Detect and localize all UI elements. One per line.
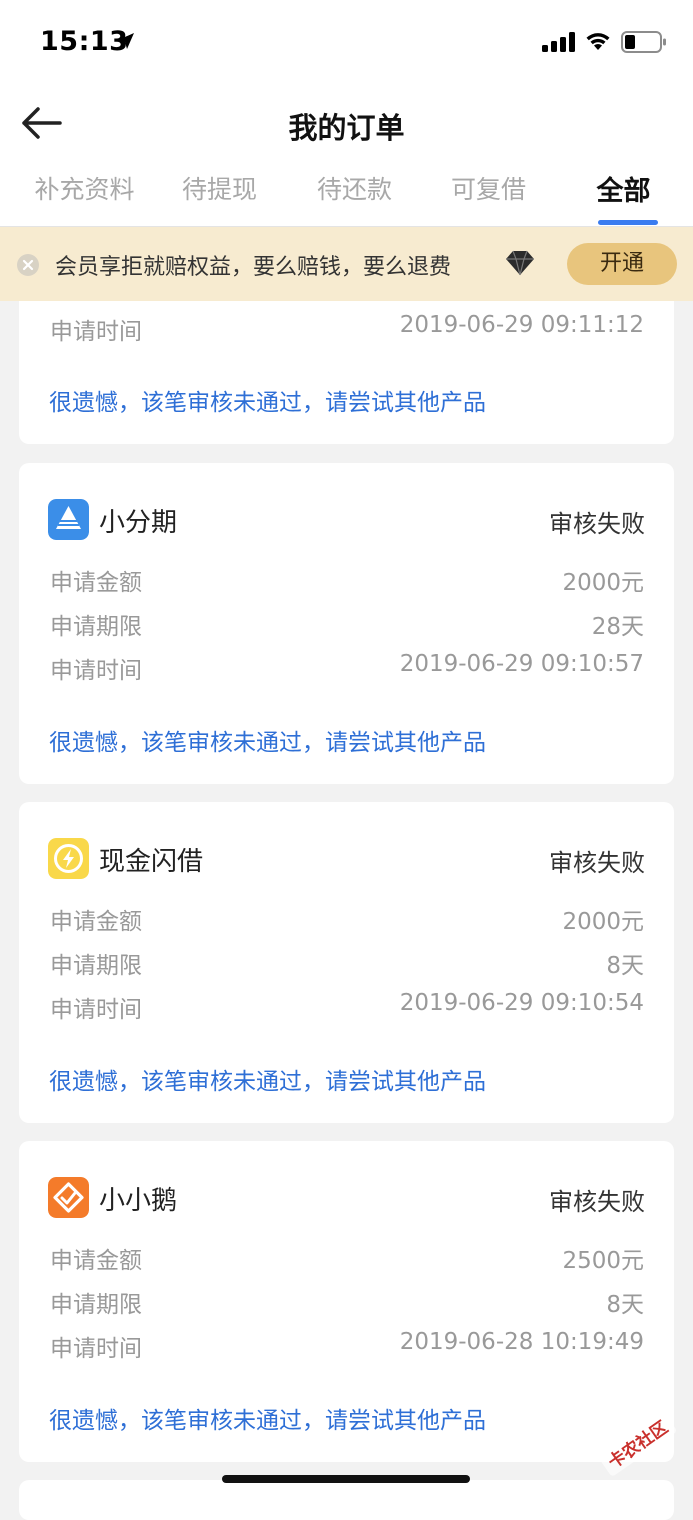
amount-label: 申请金额 <box>50 909 142 935</box>
activate-membership-button[interactable]: 开通 <box>567 243 677 285</box>
term-label: 申请期限 <box>50 953 142 979</box>
status-bar: 15:13 <box>0 0 693 88</box>
active-tab-indicator <box>598 220 658 225</box>
time-row: 申请时间 2019-06-29 09:10:54 <box>50 990 644 1023</box>
amount-value: 2500元 <box>562 1248 644 1274</box>
order-tabs: 补充资料 待提现 待还款 可复借 全部 <box>0 158 693 227</box>
rejection-notice[interactable]: 很遗憾，该笔审核未通过，请尝试其他产品 <box>49 383 486 417</box>
time-value: 2019-06-28 10:19:49 <box>399 1329 644 1355</box>
tab-supplement[interactable]: 补充资料 <box>17 170 152 206</box>
product-name: 现金闪借 <box>99 847 204 877</box>
time-row: 申请时间 2019-06-29 09:10:57 <box>50 651 644 684</box>
time-value: 2019-06-29 09:10:57 <box>399 651 644 677</box>
amount-label: 申请金额 <box>50 570 142 596</box>
card-header: 小小鹅 审核失败 <box>48 1177 645 1218</box>
time-label: 申请时间 <box>50 997 142 1023</box>
amount-row: 申请金额 2000元 <box>50 563 644 596</box>
card-header: 小分期 审核失败 <box>48 499 645 540</box>
amount-value: 2000元 <box>562 909 644 935</box>
status-text: 审核失败 <box>549 510 645 538</box>
card-header: 现金闪借 审核失败 <box>48 838 645 879</box>
time-row: 申请时间 2019-06-29 09:11:12 <box>50 312 644 345</box>
amount-row: 申请金额 2000元 <box>50 902 644 935</box>
tab-reborrow[interactable]: 可复借 <box>421 170 556 206</box>
diamond-icon <box>506 250 534 276</box>
cellular-signal-icon <box>542 32 575 52</box>
close-icon[interactable] <box>16 253 40 277</box>
order-card[interactable]: 小小鹅 审核失败 申请金额 2500元 申请期限 8天 申请时间 2019-06… <box>19 1141 674 1462</box>
time-row: 申请时间 2019-06-28 10:19:49 <box>50 1329 644 1362</box>
status-text: 审核失败 <box>549 849 645 877</box>
status-text: 审核失败 <box>549 1188 645 1216</box>
product-name: 小小鹅 <box>99 1186 178 1216</box>
battery-icon <box>621 31 666 53</box>
lightning-icon <box>48 838 89 879</box>
term-row: 申请期限 8天 <box>50 946 644 979</box>
tab-pending-repay[interactable]: 待还款 <box>287 170 422 206</box>
tab-pending-withdraw[interactable]: 待提现 <box>152 170 287 206</box>
banner-text: 会员享拒就赔权益，要么赔钱，要么退费 <box>55 255 452 280</box>
time-label: 申请时间 <box>50 1336 142 1362</box>
rejection-notice[interactable]: 很遗憾，该笔审核未通过，请尝试其他产品 <box>49 1062 486 1096</box>
term-row: 申请期限 28天 <box>50 607 644 640</box>
tab-all[interactable]: 全部 <box>556 169 691 208</box>
order-card[interactable]: 现金闪借 审核失败 申请金额 2000元 申请期限 8天 申请时间 2019-0… <box>19 802 674 1123</box>
term-value: 8天 <box>606 953 644 979</box>
wifi-icon <box>586 33 610 50</box>
nav-bar: 我的订单 <box>0 88 693 158</box>
time-value: 2019-06-29 09:11:12 <box>399 312 644 338</box>
order-card-partial[interactable]: 申请时间 2019-06-29 09:11:12 很遗憾，该笔审核未通过，请尝试… <box>19 280 674 444</box>
order-card-partial[interactable] <box>19 1480 674 1520</box>
term-value: 28天 <box>591 614 644 640</box>
term-label: 申请期限 <box>50 614 142 640</box>
community-watermark-logo: 卡农社区 <box>598 1411 676 1476</box>
time-label: 申请时间 <box>50 658 142 684</box>
pyramid-icon <box>48 499 89 540</box>
term-row: 申请期限 8天 <box>50 1285 644 1318</box>
time-value: 2019-06-29 09:10:54 <box>399 990 644 1016</box>
order-card[interactable]: 小分期 审核失败 申请金额 2000元 申请期限 28天 申请时间 2019-0… <box>19 463 674 784</box>
page-title: 我的订单 <box>288 111 405 145</box>
home-indicator <box>222 1475 470 1483</box>
amount-row: 申请金额 2500元 <box>50 1241 644 1274</box>
term-value: 8天 <box>606 1292 644 1318</box>
time-label: 申请时间 <box>50 319 142 345</box>
amount-label: 申请金额 <box>50 1248 142 1274</box>
location-arrow-icon <box>118 33 134 49</box>
diamond-link-icon <box>48 1177 89 1218</box>
term-label: 申请期限 <box>50 1292 142 1318</box>
rejection-notice[interactable]: 很遗憾，该笔审核未通过，请尝试其他产品 <box>49 723 486 757</box>
product-name: 小分期 <box>99 508 178 538</box>
membership-banner: 会员享拒就赔权益，要么赔钱，要么退费 开通 <box>0 227 693 301</box>
amount-value: 2000元 <box>562 570 644 596</box>
rejection-notice[interactable]: 很遗憾，该笔审核未通过，请尝试其他产品 <box>49 1401 486 1435</box>
